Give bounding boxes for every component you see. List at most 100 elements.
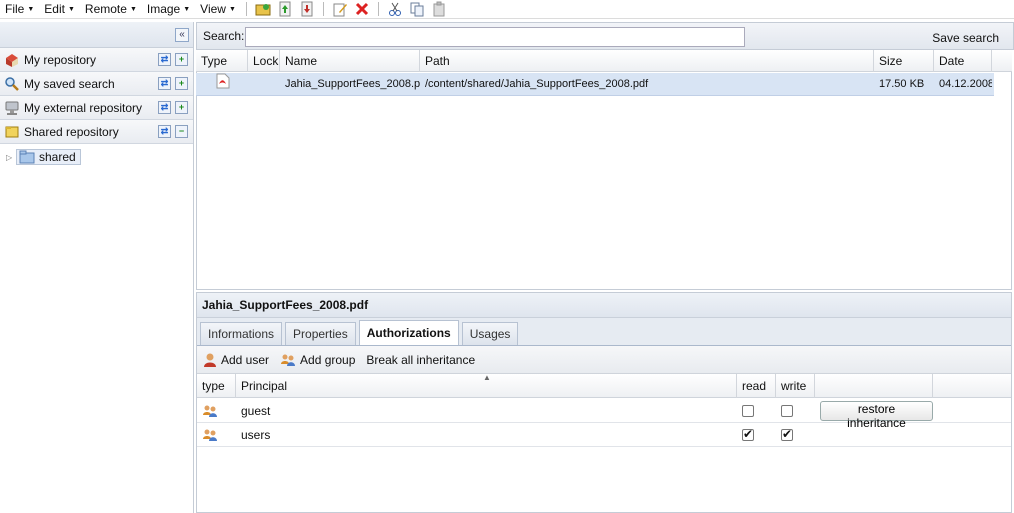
add-button[interactable]: + [175,53,188,66]
table-row[interactable]: Jahia_SupportFees_2008.pdf /content/shar… [196,73,994,96]
break-inheritance-button[interactable]: Break all inheritance [366,353,475,367]
right-panel: Search: Save search Type Lock Name Path … [196,22,1014,513]
cut-button[interactable] [386,1,404,18]
authorizations-toolbar: Add user Add group Break all inheritance [197,346,1011,374]
cut-icon [388,2,401,16]
left-panel: « My repository ⇄ + My saved search ⇄ + … [0,22,194,513]
user-icon [204,353,216,367]
refresh-button[interactable]: ⇄ [158,101,171,114]
column-path[interactable]: Path [420,50,874,72]
repo-item-my-saved-search[interactable]: My saved search ⇄ + [0,72,193,96]
write-checkbox[interactable] [781,404,793,417]
principal-name: users [241,427,271,442]
column-read[interactable]: read [737,374,776,398]
plus-icon: + [178,54,185,64]
refresh-button[interactable]: ⇄ [158,53,171,66]
rename-button[interactable] [331,1,349,18]
download-icon [301,1,313,17]
add-user-button[interactable]: Add user [203,352,269,368]
copy-button[interactable] [408,1,426,18]
save-search-button[interactable]: Save search [932,31,999,45]
menu-remote[interactable]: Remote ▼ [80,0,142,19]
tab-properties[interactable]: Properties [285,322,356,345]
upload-icon [279,1,291,17]
chevron-down-icon: ▼ [67,5,75,13]
search-input[interactable] [245,27,745,47]
search-label: Search: [203,29,245,43]
column-size[interactable]: Size [874,50,934,72]
folder-icon [19,150,35,164]
details-title: Jahia_SupportFees_2008.pdf [197,293,1011,318]
toolbar-separator [245,2,247,16]
column-lock[interactable]: Lock [248,50,280,72]
tab-authorizations[interactable]: Authorizations [358,320,459,345]
repo-item-shared-repository[interactable]: Shared repository ⇄ − [0,120,193,144]
double-chevron-left-icon: « [179,29,185,40]
repo-item-my-repository[interactable]: My repository ⇄ + [0,48,193,72]
minus-icon: − [178,126,185,136]
column-write[interactable]: write [776,374,815,398]
add-group-button[interactable]: Add group [280,353,355,367]
refresh-button[interactable]: ⇄ [158,125,171,138]
folder-tree: ▷ shared [0,144,193,165]
column-type[interactable]: type [197,374,236,398]
menubar: File ▼ Edit ▼ Remote ▼ Image ▼ View ▼ [0,0,1014,19]
file-path: /content/shared/Jahia_SupportFees_2008.p… [425,77,649,90]
group-icon [197,399,236,423]
table-row: guest restore inheritance [197,399,1011,430]
remove-button[interactable]: − [175,125,188,138]
column-type[interactable]: Type [196,50,248,72]
delete-icon [355,2,368,16]
tab-informations[interactable]: Informations [200,322,283,345]
refresh-icon: ⇄ [160,126,169,136]
tree-node-shared[interactable]: shared [16,149,81,165]
expand-arrow-icon[interactable]: ▷ [6,153,16,162]
file-grid [196,72,1012,290]
rename-icon [333,3,347,17]
search-bar: Search: Save search [196,22,1014,50]
upload-button[interactable] [276,1,294,18]
authorizations-header: type Principal read write [197,374,1011,398]
menu-file[interactable]: File ▼ [0,0,39,19]
file-grid-header: Type Lock Name Path Size Date [196,50,1012,72]
paste-icon [433,1,445,17]
plus-icon: + [178,78,185,88]
refresh-button[interactable]: ⇄ [158,77,171,90]
chevron-down-icon: ▼ [183,5,191,13]
repo-item-my-external-repository[interactable]: My external repository ⇄ + [0,96,193,120]
restore-inheritance-button[interactable]: restore inheritance [820,400,933,430]
refresh-icon: ⇄ [160,102,169,112]
repository-icon [4,52,20,68]
refresh-icon: ⇄ [160,54,169,64]
read-checkbox[interactable] [742,427,754,441]
principal-name: guest [241,403,271,418]
add-button[interactable]: + [175,101,188,114]
download-button[interactable] [298,1,316,18]
details-panel: Jahia_SupportFees_2008.pdf Informations … [196,292,1012,513]
new-folder-button[interactable] [254,1,272,18]
column-name[interactable]: Name [280,50,420,72]
add-button[interactable]: + [175,77,188,90]
toolbar-separator [322,2,324,16]
chevron-down-icon: ▼ [27,5,35,13]
new-folder-icon [255,4,271,16]
menu-edit[interactable]: Edit ▼ [39,0,80,19]
column-date[interactable]: Date [934,50,992,72]
group-icon [197,423,236,447]
copy-icon [410,2,424,17]
tab-usages[interactable]: Usages [461,322,519,345]
details-tabs: Informations Properties Authorizations U… [197,318,1011,346]
paste-button[interactable] [430,1,448,18]
write-checkbox[interactable] [781,427,793,441]
shared-repository-icon [4,124,20,140]
delete-button[interactable] [353,1,371,18]
collapse-panel-button[interactable]: « [175,28,189,42]
read-checkbox[interactable] [742,404,754,417]
menu-view[interactable]: View ▼ [195,0,241,19]
left-panel-header: « [0,22,193,48]
lock-cell [248,73,280,96]
group-icon [281,354,296,366]
chevron-down-icon: ▼ [228,5,236,13]
plus-icon: + [178,102,185,112]
menu-image[interactable]: Image ▼ [142,0,195,19]
